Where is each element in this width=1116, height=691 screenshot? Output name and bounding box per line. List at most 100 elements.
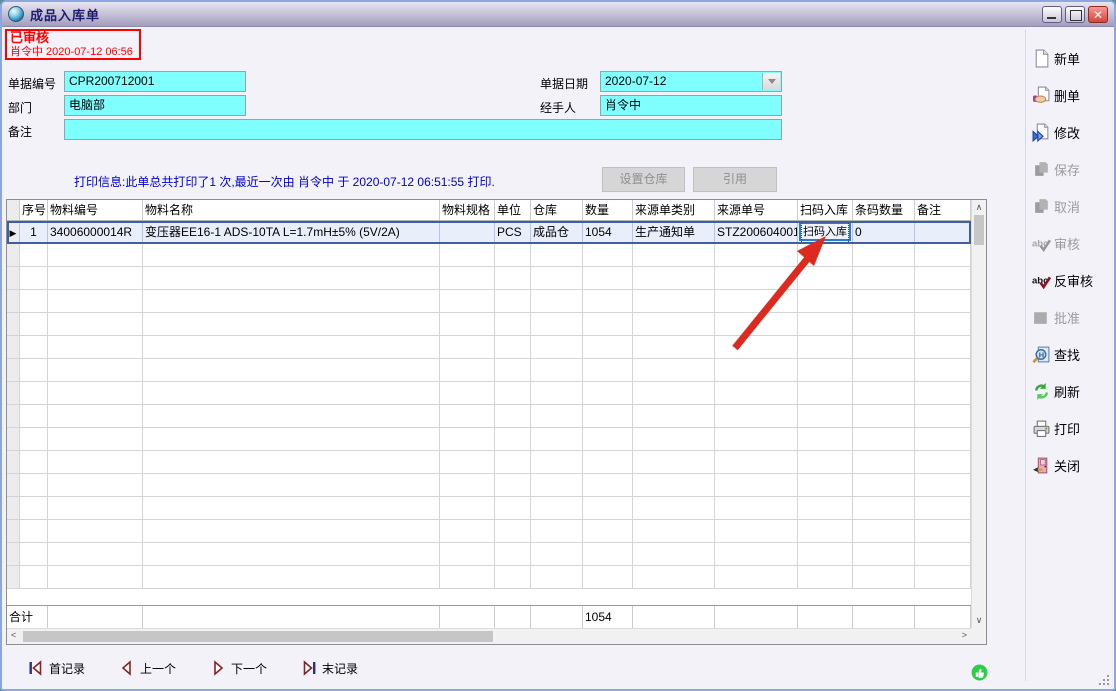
vertical-scrollbar[interactable]: ∧ ∨ [971, 200, 986, 628]
table-header-row: 序号 物料编号 物料名称 物料规格 单位 仓库 数量 来源单类别 来源单号 扫码… [7, 200, 971, 221]
column-header-qty: 数量 [583, 200, 633, 220]
horizontal-scrollbar[interactable]: < > [7, 628, 971, 644]
current-row-marker-cell: ▶ [7, 221, 20, 243]
first-record-button[interactable]: 首记录 [28, 660, 85, 677]
column-header-material-name: 物料名称 [143, 200, 440, 220]
doc-date-field[interactable]: 2020-07-12 [600, 71, 782, 92]
vertical-scroll-thumb[interactable] [974, 215, 984, 245]
sidebar-button-label: 打印 [1054, 419, 1080, 438]
reference-button: 引用 [693, 167, 777, 192]
grid-empty-rows [7, 244, 971, 589]
cell-remark[interactable] [915, 221, 971, 243]
column-header-material-code: 物料编号 [48, 200, 143, 220]
sidebar-button-label: 批准 [1054, 308, 1080, 327]
resize-grip[interactable] [1097, 673, 1109, 685]
scroll-up-arrow-icon[interactable]: ∧ [972, 202, 986, 213]
sidebar-button-delete[interactable]: 删单 [1032, 83, 1114, 107]
sidebar-button-label: 新单 [1054, 49, 1080, 68]
header-selector-cell [7, 200, 20, 220]
handler-field[interactable]: 肖令中 [600, 95, 782, 116]
doc-date-value: 2020-07-12 [605, 74, 666, 88]
sidebar-button-new[interactable]: 新单 [1032, 46, 1114, 70]
column-header-barcode-qty: 条码数量 [853, 200, 915, 220]
prev-record-button[interactable]: 上一个 [119, 660, 176, 677]
svg-text:H: H [1039, 350, 1044, 359]
table-empty-row [7, 497, 971, 520]
search-icon: H [1032, 345, 1051, 364]
scroll-left-arrow-icon[interactable]: < [11, 630, 16, 640]
sidebar-button-refresh[interactable]: 刷新 [1032, 379, 1114, 403]
new-doc-icon [1032, 49, 1051, 68]
cell-material-name[interactable]: 变压器EE16-1 ADS-10TA L=1.7mH±5% (5V/2A) [143, 221, 440, 243]
scroll-down-arrow-icon[interactable]: ∨ [972, 615, 986, 626]
chevron-down-icon [768, 79, 776, 84]
handler-label: 经手人 [540, 99, 576, 116]
prev-record-label: 上一个 [140, 660, 176, 677]
column-header-warehouse: 仓库 [531, 200, 583, 220]
cell-warehouse[interactable]: 成品仓 [531, 221, 583, 243]
table-empty-row [7, 336, 971, 359]
cell-spec[interactable] [440, 221, 495, 243]
doc-date-dropdown-button[interactable] [762, 73, 780, 90]
dept-label: 部门 [8, 99, 32, 116]
cell-barcode-qty[interactable]: 0 [853, 221, 915, 243]
sidebar-button-print[interactable]: 打印 [1032, 416, 1114, 440]
column-header-source-no: 来源单号 [715, 200, 798, 220]
cell-source-type[interactable]: 生产通知单 [633, 221, 715, 243]
unaudit-icon: abc [1032, 271, 1051, 290]
remark-label: 备注 [8, 123, 32, 140]
last-record-label: 末记录 [322, 660, 358, 677]
cell-material-code[interactable]: 34006000014R [48, 221, 143, 243]
last-record-icon [301, 660, 317, 676]
app-globe-icon [8, 6, 24, 22]
column-header-unit: 单位 [495, 200, 531, 220]
table-empty-row [7, 244, 971, 267]
column-header-remark: 备注 [915, 200, 971, 220]
table-empty-row [7, 267, 971, 290]
sidebar-button-label: 刷新 [1054, 382, 1080, 401]
table-empty-row [7, 359, 971, 382]
cancel-icon [1032, 197, 1051, 216]
sidebar: 新单 删单 修改 保存 取消 [1032, 46, 1114, 477]
close-door-icon [1032, 456, 1051, 475]
sidebar-button-label: 查找 [1054, 345, 1080, 364]
green-thumb-badge-icon[interactable] [971, 664, 988, 681]
doc-no-field[interactable]: CPR200712001 [64, 71, 246, 92]
close-button[interactable] [1088, 6, 1108, 23]
table-row[interactable]: ▶ 1 34006000014R 变压器EE16-1 ADS-10TA L=1.… [7, 221, 971, 244]
sidebar-button-approve: 批准 [1032, 305, 1114, 329]
sidebar-button-label: 保存 [1054, 160, 1080, 179]
sidebar-button-unaudit[interactable]: abc 反审核 [1032, 268, 1114, 292]
scroll-right-arrow-icon[interactable]: > [962, 630, 967, 640]
sidebar-divider [1025, 30, 1026, 681]
total-label: 合计 [7, 606, 48, 628]
horizontal-scroll-thumb[interactable] [23, 631, 493, 642]
edit-doc-icon [1032, 123, 1051, 142]
sidebar-button-label: 反审核 [1054, 271, 1093, 290]
sidebar-button-close[interactable]: 关闭 [1032, 453, 1114, 477]
sidebar-button-save: 保存 [1032, 157, 1114, 181]
next-record-button[interactable]: 下一个 [210, 660, 267, 677]
cell-scan-in: 扫码入库 [798, 221, 853, 243]
cell-unit[interactable]: PCS [495, 221, 531, 243]
cell-source-no[interactable]: STZ200604001 [715, 221, 798, 243]
delete-doc-icon [1032, 86, 1051, 105]
sidebar-button-modify[interactable]: 修改 [1032, 120, 1114, 144]
dept-field[interactable]: 电脑部 [64, 95, 246, 116]
last-record-button[interactable]: 末记录 [301, 660, 358, 677]
maximize-button[interactable] [1065, 6, 1085, 23]
column-header-source-type: 来源单类别 [633, 200, 715, 220]
cell-seq[interactable]: 1 [20, 221, 48, 243]
minimize-button[interactable] [1042, 6, 1062, 23]
sidebar-button-label: 取消 [1054, 197, 1080, 216]
doc-no-label: 单据编号 [8, 75, 56, 92]
title-bar: 成品入库单 [2, 2, 1114, 27]
sidebar-button-label: 关闭 [1054, 456, 1080, 475]
remark-field[interactable] [64, 119, 782, 140]
sidebar-button-find[interactable]: H 查找 [1032, 342, 1114, 366]
audit-status-text: 已审核 [10, 31, 136, 46]
scan-in-button[interactable]: 扫码入库 [799, 222, 851, 241]
prev-record-icon [119, 660, 135, 676]
audit-by-time: 肖令中 2020-07-12 06:56 [10, 46, 136, 59]
cell-qty[interactable]: 1054 [583, 221, 633, 243]
